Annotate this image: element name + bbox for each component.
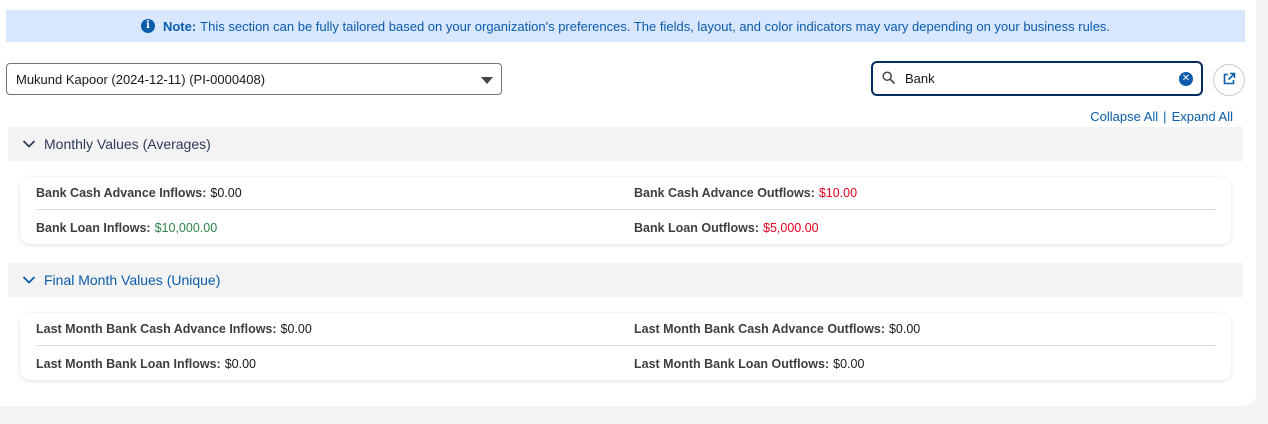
expand-all-link[interactable]: Expand All — [1172, 109, 1233, 124]
field-row: Last Month Bank Cash Advance Inflows: $0.… — [36, 313, 1215, 346]
field-row: Bank Cash Advance Inflows: $0.00 Bank Cas… — [36, 177, 1215, 210]
section-panel-monthly-values: Bank Cash Advance Inflows: $0.00 Bank Cas… — [20, 177, 1231, 244]
field-label: Bank Loan Inflows: — [36, 220, 151, 235]
field-value: $10.00 — [818, 186, 858, 200]
field-label: Bank Loan Outflows: — [634, 220, 759, 235]
field-last-month-bank-cash-advance-outflows: Last Month Bank Cash Advance Outflows: $0… — [634, 322, 920, 336]
clear-search-icon[interactable]: ✕ — [1179, 72, 1193, 86]
field-label: Bank Cash Advance Inflows: — [36, 186, 207, 200]
field-bank-loan-inflows: Bank Loan Inflows: $10,000.00 — [36, 221, 217, 235]
details-card: i Note: This section can be fully tailor… — [0, 0, 1256, 406]
note-label: Note: — [162, 18, 197, 34]
record-select[interactable]: Mukund Kapoor (2024-12-11) (PI-0000408) — [6, 63, 502, 95]
field-value: $5,000.00 — [763, 220, 819, 235]
chevron-down-icon — [481, 77, 493, 84]
field-value: $0.00 — [833, 356, 865, 371]
info-icon: i — [140, 19, 155, 33]
field-bank-loan-outflows: Bank Loan Outflows: $5,000.00 — [634, 221, 819, 235]
field-row: Bank Loan Inflows: $10,000.00 Bank Loan O… — [36, 211, 1215, 244]
field-value: $0.00 — [280, 322, 312, 336]
field-last-month-bank-cash-advance-inflows: Last Month Bank Cash Advance Inflows: $0.… — [36, 322, 312, 336]
search-input[interactable] — [905, 71, 1175, 86]
section-header-monthly-values[interactable]: Monthly Values (Averages) — [8, 127, 1243, 161]
field-bank-cash-advance-outflows: Bank Cash Advance Outflows: $10.00 — [634, 186, 857, 200]
section-header-final-month-values[interactable]: Final Month Values (Unique) — [8, 263, 1243, 297]
field-bank-cash-advance-inflows: Bank Cash Advance Inflows: $0.00 — [36, 186, 242, 200]
search-field[interactable]: ✕ — [871, 61, 1203, 96]
field-value: $0.00 — [210, 186, 242, 200]
field-last-month-bank-loan-outflows: Last Month Bank Loan Outflows: $0.00 — [634, 357, 864, 371]
section-title: Final Month Values (Unique) — [44, 272, 221, 288]
field-label: Last Month Bank Loan Inflows: — [36, 356, 221, 371]
field-label: Last Month Bank Cash Advance Outflows: — [634, 322, 885, 336]
chevron-down-icon — [22, 139, 36, 149]
field-label: Bank Cash Advance Outflows: — [634, 186, 815, 200]
field-value: $0.00 — [888, 322, 921, 336]
field-row: Last Month Bank Loan Inflows: $0.00 Last … — [36, 347, 1215, 380]
link-separator: | — [1163, 109, 1167, 124]
collapse-all-link[interactable]: Collapse All — [1090, 109, 1158, 124]
field-last-month-bank-loan-inflows: Last Month Bank Loan Inflows: $0.00 — [36, 357, 256, 371]
search-icon — [882, 70, 895, 87]
external-link-icon — [1222, 72, 1236, 89]
field-label: Last Month Bank Loan Outflows: — [634, 356, 830, 371]
record-select-value: Mukund Kapoor (2024-12-11) (PI-0000408) — [16, 71, 266, 87]
field-label: Last Month Bank Cash Advance Inflows: — [36, 322, 277, 336]
field-value: $0.00 — [224, 356, 256, 371]
section-title: Monthly Values (Averages) — [44, 136, 211, 152]
open-in-new-window-button[interactable] — [1213, 64, 1245, 96]
note-text: This section can be fully tailored based… — [200, 18, 1111, 34]
chevron-down-icon — [22, 275, 36, 285]
section-panel-final-month-values: Last Month Bank Cash Advance Inflows: $0.… — [20, 313, 1231, 380]
field-value: $10,000.00 — [154, 220, 218, 235]
collapse-expand-links: Collapse All | Expand All — [1090, 109, 1233, 124]
note-banner: i Note: This section can be fully tailor… — [6, 10, 1245, 42]
